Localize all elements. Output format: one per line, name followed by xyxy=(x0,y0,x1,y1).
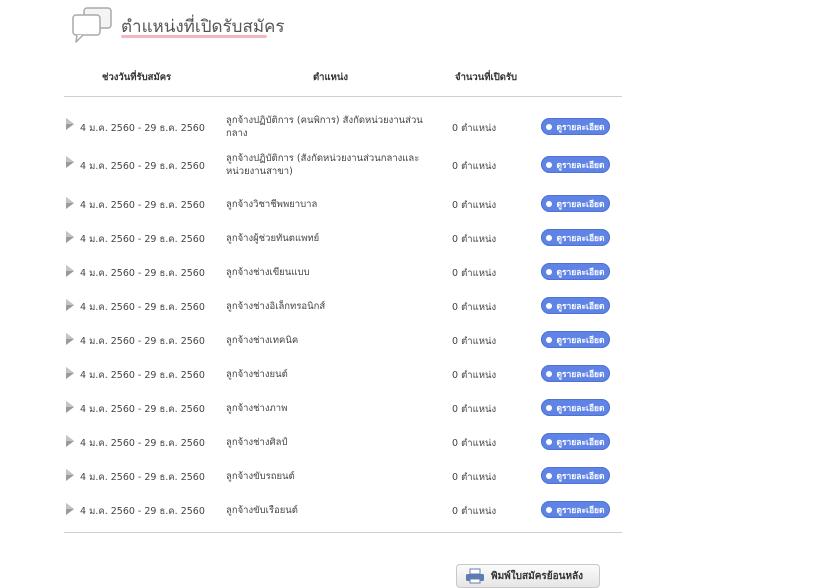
row-position: ลูกจ้างช่างยนต์ xyxy=(226,369,288,380)
row-openings: 0 ตำแหน่ง xyxy=(452,438,497,449)
view-details-label: ดูรายละเอียด xyxy=(556,122,605,133)
view-details-button[interactable]: ดูรายละเอียด xyxy=(541,331,610,348)
row-openings: 0 ตำแหน่ง xyxy=(452,161,497,172)
row-position: ลูกจ้างขับรถยนต์ xyxy=(226,471,295,482)
bullet-icon xyxy=(546,123,553,130)
view-details-label: ดูรายละเอียด xyxy=(556,233,605,244)
row-period: 4 ม.ค. 2560 - 29 ธ.ค. 2560 xyxy=(80,336,205,347)
print-application-button[interactable]: พิมพ์ใบสมัครย้อนหลัง xyxy=(456,564,600,588)
row-period: 4 ม.ค. 2560 - 29 ธ.ค. 2560 xyxy=(80,268,205,279)
row-arrow-icon xyxy=(66,118,74,130)
view-details-label: ดูรายละเอียด xyxy=(556,471,605,482)
bullet-icon xyxy=(546,370,553,377)
view-details-button[interactable]: ดูรายละเอียด xyxy=(541,501,610,518)
view-details-button[interactable]: ดูรายละเอียด xyxy=(541,156,610,173)
view-details-label: ดูรายละเอียด xyxy=(556,505,605,516)
row-position: ลูกจ้างปฏิบัติการ (คนพิการ) สังกัดหน่วยง… xyxy=(226,115,423,139)
bullet-icon xyxy=(546,302,553,309)
column-header-period: ช่วงวันที่รับสมัคร xyxy=(102,72,172,83)
row-period: 4 ม.ค. 2560 - 29 ธ.ค. 2560 xyxy=(80,472,205,483)
row-arrow-icon xyxy=(66,401,74,413)
row-period: 4 ม.ค. 2560 - 29 ธ.ค. 2560 xyxy=(80,123,205,134)
row-arrow-icon xyxy=(66,333,74,345)
view-details-button[interactable]: ดูรายละเอียด xyxy=(541,229,610,246)
row-period: 4 ม.ค. 2560 - 29 ธ.ค. 2560 xyxy=(80,404,205,415)
view-details-button[interactable]: ดูรายละเอียด xyxy=(541,297,610,314)
row-period: 4 ม.ค. 2560 - 29 ธ.ค. 2560 xyxy=(80,234,205,245)
row-arrow-icon xyxy=(66,503,74,515)
view-details-button[interactable]: ดูรายละเอียด xyxy=(541,399,610,416)
header-divider xyxy=(64,96,622,97)
row-period: 4 ม.ค. 2560 - 29 ธ.ค. 2560 xyxy=(80,506,205,517)
column-header-position: ตำแหน่ง xyxy=(313,72,349,83)
row-position: ลูกจ้างช่างศิลป์ xyxy=(226,437,288,448)
row-openings: 0 ตำแหน่ง xyxy=(452,370,497,381)
bullet-icon xyxy=(546,200,553,207)
row-openings: 0 ตำแหน่ง xyxy=(452,472,497,483)
bullet-icon xyxy=(546,404,553,411)
row-arrow-icon xyxy=(66,469,74,481)
row-period: 4 ม.ค. 2560 - 29 ธ.ค. 2560 xyxy=(80,438,205,449)
row-period: 4 ม.ค. 2560 - 29 ธ.ค. 2560 xyxy=(80,302,205,313)
title-underline xyxy=(121,35,267,38)
row-position: ลูกจ้างช่างภาพ xyxy=(226,403,288,414)
view-details-label: ดูรายละเอียด xyxy=(556,199,605,210)
row-arrow-icon xyxy=(66,435,74,447)
bullet-icon xyxy=(546,161,553,168)
row-arrow-icon xyxy=(66,265,74,277)
row-openings: 0 ตำแหน่ง xyxy=(452,302,497,313)
bullet-icon xyxy=(546,336,553,343)
row-arrow-icon xyxy=(66,231,74,243)
print-application-label: พิมพ์ใบสมัครย้อนหลัง xyxy=(491,570,584,582)
row-position: ลูกจ้างผู้ช่วยทันตแพทย์ xyxy=(226,233,320,244)
view-details-label: ดูรายละเอียด xyxy=(556,369,605,380)
view-details-label: ดูรายละเอียด xyxy=(556,403,605,414)
row-arrow-icon xyxy=(66,197,74,209)
row-period: 4 ม.ค. 2560 - 29 ธ.ค. 2560 xyxy=(80,161,205,172)
bullet-icon xyxy=(546,268,553,275)
row-arrow-icon xyxy=(66,367,74,379)
view-details-label: ดูรายละเอียด xyxy=(556,267,605,278)
row-openings: 0 ตำแหน่ง xyxy=(452,506,497,517)
row-openings: 0 ตำแหน่ง xyxy=(452,123,497,134)
row-openings: 0 ตำแหน่ง xyxy=(452,268,497,279)
row-period: 4 ม.ค. 2560 - 29 ธ.ค. 2560 xyxy=(80,370,205,381)
view-details-button[interactable]: ดูรายละเอียด xyxy=(541,263,610,280)
row-period: 4 ม.ค. 2560 - 29 ธ.ค. 2560 xyxy=(80,200,205,211)
row-openings: 0 ตำแหน่ง xyxy=(452,234,497,245)
view-details-button[interactable]: ดูรายละเอียด xyxy=(541,467,610,484)
view-details-button[interactable]: ดูรายละเอียด xyxy=(541,365,610,382)
row-arrow-icon xyxy=(66,156,74,168)
view-details-button[interactable]: ดูรายละเอียด xyxy=(541,195,610,212)
view-details-button[interactable]: ดูรายละเอียด xyxy=(541,433,610,450)
view-details-label: ดูรายละเอียด xyxy=(556,160,605,171)
view-details-button[interactable]: ดูรายละเอียด xyxy=(541,118,610,135)
row-position: ลูกจ้างปฏิบัติการ (สังกัดหน่วยงานส่วนกลา… xyxy=(226,153,420,177)
bullet-icon xyxy=(546,438,553,445)
bullet-icon xyxy=(546,506,553,513)
view-details-label: ดูรายละเอียด xyxy=(556,437,605,448)
row-arrow-icon xyxy=(66,299,74,311)
column-header-openings: จำนวนที่เปิดรับ xyxy=(455,72,518,83)
view-details-label: ดูรายละเอียด xyxy=(556,301,605,312)
row-position: ลูกจ้างช่างเทคนิค xyxy=(226,335,299,346)
view-details-label: ดูรายละเอียด xyxy=(556,335,605,346)
row-position: ลูกจ้างขับเรือยนต์ xyxy=(226,505,298,516)
row-position: ลูกจ้างช่างอิเล็กทรอนิกส์ xyxy=(226,301,326,312)
row-openings: 0 ตำแหน่ง xyxy=(452,336,497,347)
speech-bubbles-icon xyxy=(72,7,112,43)
row-openings: 0 ตำแหน่ง xyxy=(452,200,497,211)
row-openings: 0 ตำแหน่ง xyxy=(452,404,497,415)
bullet-icon xyxy=(546,472,553,479)
row-position: ลูกจ้างช่างเขียนแบบ xyxy=(226,267,310,278)
printer-icon xyxy=(466,568,484,584)
row-position: ลูกจ้างวิชาชีพพยาบาล xyxy=(226,199,318,210)
bullet-icon xyxy=(546,234,553,241)
footer-divider xyxy=(64,532,622,533)
